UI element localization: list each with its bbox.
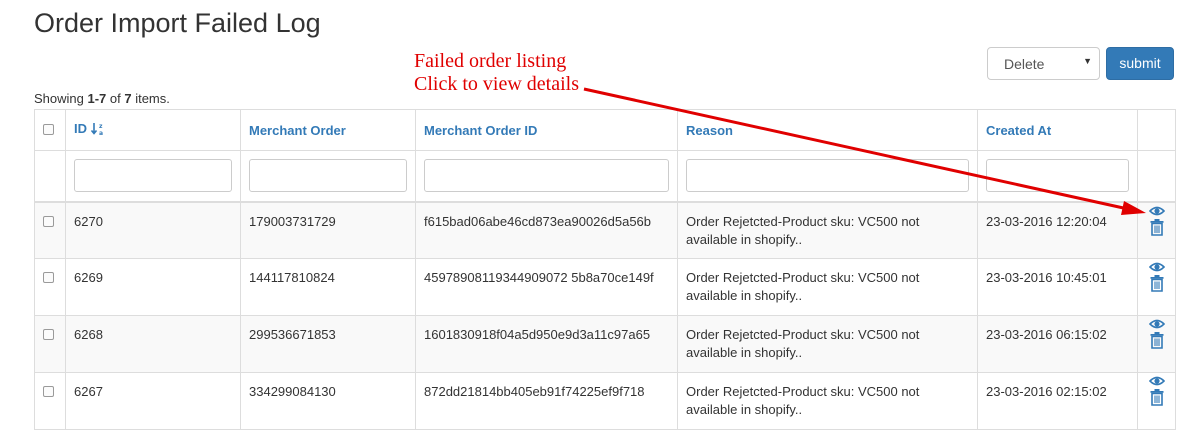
sort-by-id-link[interactable]: ID bbox=[74, 121, 87, 136]
cell-reason: Order Rejetcted-Product sku: VC500 not a… bbox=[677, 258, 978, 316]
bulk-action-select[interactable]: Delete ▼ bbox=[987, 47, 1100, 80]
cell-merchant-order: 334299084130 bbox=[240, 372, 416, 430]
row-select-cell bbox=[34, 201, 66, 259]
table-row: 6270 179003731729 f615bad06abe46cd873ea9… bbox=[34, 201, 1176, 259]
row-checkbox[interactable] bbox=[43, 215, 54, 227]
column-header-actions bbox=[1137, 109, 1176, 151]
row-actions-cell bbox=[1137, 372, 1176, 430]
cell-created-at: 23-03-2016 12:20:04 bbox=[977, 201, 1138, 259]
row-actions-cell bbox=[1137, 315, 1176, 373]
eye-icon[interactable] bbox=[1138, 205, 1175, 217]
annotation-line-2: Click to view details bbox=[414, 73, 579, 95]
eye-icon[interactable] bbox=[1138, 261, 1175, 273]
cell-merchant-order-id: 1601830918f04a5d950e9d3a11c97a65 bbox=[415, 315, 678, 373]
annotation-line-1: Failed order listing bbox=[414, 50, 567, 72]
svg-text:a: a bbox=[99, 130, 103, 136]
bulk-action-selected: Delete bbox=[1004, 56, 1045, 72]
filter-reason-input[interactable] bbox=[686, 159, 969, 193]
cell-reason: Order Rejetcted-Product sku: VC500 not a… bbox=[677, 315, 978, 373]
cell-merchant-order: 299536671853 bbox=[240, 315, 416, 373]
cell-reason: Order Rejetcted-Product sku: VC500 not a… bbox=[677, 201, 978, 259]
select-all-checkbox[interactable] bbox=[43, 123, 54, 135]
eye-icon[interactable] bbox=[1138, 318, 1175, 330]
filter-cell-actions bbox=[1137, 150, 1176, 203]
eye-icon[interactable] bbox=[1138, 375, 1175, 387]
column-header-created-at: Created At bbox=[977, 109, 1138, 151]
cell-id: 6269 bbox=[65, 258, 241, 316]
sort-by-merchant-order-link[interactable]: Merchant Order bbox=[249, 123, 346, 138]
page-title: Order Import Failed Log bbox=[34, 8, 321, 38]
cell-created-at: 23-03-2016 10:45:01 bbox=[977, 258, 1138, 316]
row-select-cell bbox=[34, 315, 66, 373]
filter-cell-reason bbox=[677, 150, 978, 203]
table-row: 6269 144117810824 45978908119344909072 5… bbox=[34, 258, 1176, 316]
column-header-merchant-order: Merchant Order bbox=[240, 109, 416, 151]
table-row: 6268 299536671853 1601830918f04a5d950e9d… bbox=[34, 315, 1176, 373]
filter-cell-merchant-order-id bbox=[415, 150, 678, 203]
column-header-id: ID z a bbox=[65, 109, 241, 151]
cell-merchant-order: 144117810824 bbox=[240, 258, 416, 316]
cell-created-at: 23-03-2016 06:15:02 bbox=[977, 315, 1138, 373]
annotation-callout: Failed order listing Click to view detai… bbox=[414, 50, 579, 96]
cell-id: 6268 bbox=[65, 315, 241, 373]
row-checkbox[interactable] bbox=[43, 386, 54, 397]
filter-cell-merchant-order bbox=[240, 150, 416, 203]
results-summary: Showing 1-7 of 7 items. bbox=[34, 91, 170, 106]
row-select-cell bbox=[34, 372, 66, 430]
row-select-cell bbox=[34, 258, 66, 316]
filter-cell-created-at bbox=[977, 150, 1138, 203]
summary-middle: of bbox=[106, 91, 125, 106]
row-checkbox[interactable] bbox=[43, 272, 54, 283]
cell-id: 6270 bbox=[65, 201, 241, 259]
failed-orders-table: ID z a Merchant Order Merchant Order ID Re… bbox=[34, 109, 1176, 430]
filter-id-input[interactable] bbox=[74, 159, 232, 193]
filter-merchant-order-id-input[interactable] bbox=[424, 159, 669, 193]
trash-icon[interactable] bbox=[1138, 218, 1175, 236]
trash-icon[interactable] bbox=[1138, 389, 1175, 406]
cell-merchant-order: 179003731729 bbox=[240, 201, 416, 259]
svg-text:z: z bbox=[99, 123, 103, 130]
sort-numeric-asc-icon: za bbox=[90, 122, 105, 139]
column-header-merchant-order-id: Merchant Order ID bbox=[415, 109, 678, 151]
cell-merchant-order-id: 45978908119344909072 5b8a70ce149f bbox=[415, 258, 678, 316]
summary-range: 1-7 bbox=[87, 91, 107, 106]
summary-total: 7 bbox=[124, 91, 132, 106]
filter-created-at-input[interactable] bbox=[986, 159, 1129, 193]
filter-merchant-order-input[interactable] bbox=[249, 159, 407, 193]
cell-id: 6267 bbox=[65, 372, 241, 430]
row-actions-cell bbox=[1137, 201, 1176, 259]
sort-by-created-at-link[interactable]: Created At bbox=[986, 123, 1051, 138]
trash-icon[interactable] bbox=[1138, 332, 1175, 349]
cell-reason: Order Rejetcted-Product sku: VC500 not a… bbox=[677, 372, 978, 430]
filter-cell-empty bbox=[34, 150, 66, 203]
sort-by-reason-link[interactable]: Reason bbox=[686, 123, 733, 138]
select-all-cell bbox=[34, 109, 66, 151]
table-row: 6267 334299084130 872dd21814bb405eb91f74… bbox=[34, 372, 1176, 430]
table-header-row: ID z a Merchant Order Merchant Order ID Re… bbox=[34, 109, 1176, 151]
sort-by-merchant-order-id-link[interactable]: Merchant Order ID bbox=[424, 123, 537, 138]
caret-down-icon: ▼ bbox=[1083, 56, 1092, 66]
cell-merchant-order-id: f615bad06abe46cd873ea90026d5a56b bbox=[415, 201, 678, 259]
trash-icon[interactable] bbox=[1138, 275, 1175, 292]
row-checkbox[interactable] bbox=[43, 329, 54, 340]
summary-suffix: items. bbox=[131, 91, 170, 106]
filter-row bbox=[34, 150, 1176, 203]
column-header-reason: Reason bbox=[677, 109, 978, 151]
cell-created-at: 23-03-2016 02:15:02 bbox=[977, 372, 1138, 430]
filter-cell-id bbox=[65, 150, 241, 203]
submit-button[interactable]: submit bbox=[1106, 47, 1174, 80]
row-actions-cell bbox=[1137, 258, 1176, 316]
cell-merchant-order-id: 872dd21814bb405eb91f74225ef9f718 bbox=[415, 372, 678, 430]
summary-prefix: Showing bbox=[34, 91, 88, 106]
